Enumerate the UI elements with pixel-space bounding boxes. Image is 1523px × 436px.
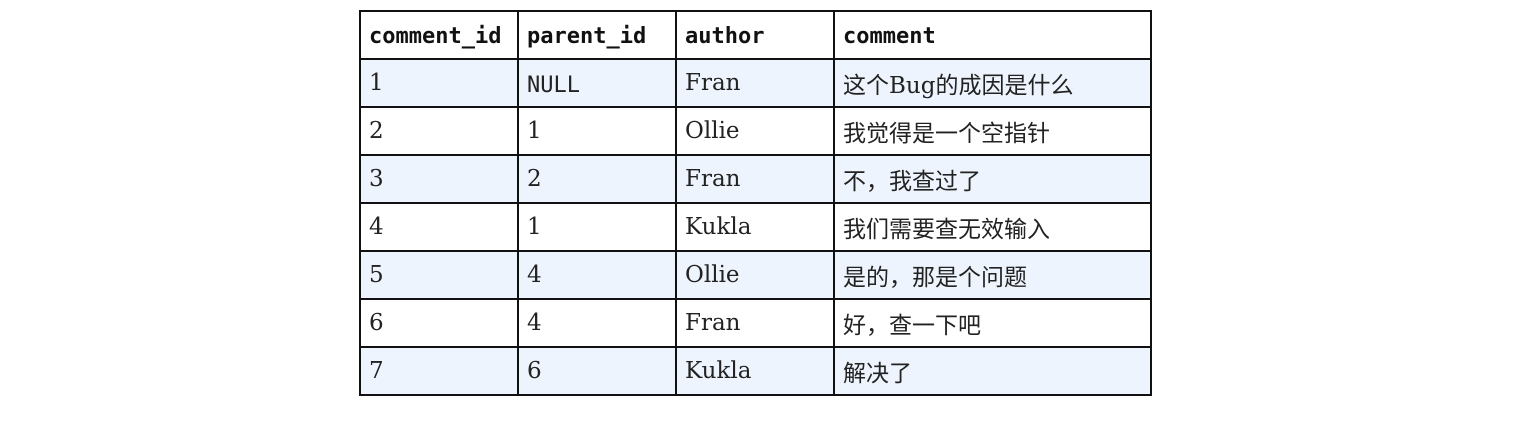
cell-author: Fran — [675, 154, 835, 204]
cell-author: Ollie — [675, 106, 835, 156]
table-row: 6 4 Fran 好，查一下吧 — [359, 298, 1152, 348]
column-header-author: author — [675, 10, 835, 60]
comments-table-container: comment_id parent_id author comment 1 NU… — [359, 10, 1152, 396]
cell-comment: 是的，那是个问题 — [833, 250, 1152, 300]
cell-comment: 这个Bug的成因是什么 — [833, 58, 1152, 108]
table-row: 1 NULL Fran 这个Bug的成因是什么 — [359, 58, 1152, 108]
cell-comment-id: 6 — [359, 298, 519, 348]
cell-parent-id: 1 — [517, 202, 677, 252]
comments-table: comment_id parent_id author comment 1 NU… — [359, 10, 1152, 396]
column-header-comment-id: comment_id — [359, 10, 519, 60]
cell-parent-id: 2 — [517, 154, 677, 204]
table-header-row: comment_id parent_id author comment — [359, 10, 1152, 60]
cell-comment: 我觉得是一个空指针 — [833, 106, 1152, 156]
table-row: 3 2 Fran 不，我查过了 — [359, 154, 1152, 204]
table-row: 5 4 Ollie 是的，那是个问题 — [359, 250, 1152, 300]
table-row: 7 6 Kukla 解决了 — [359, 346, 1152, 396]
cell-author: Kukla — [675, 346, 835, 396]
cell-comment: 好，查一下吧 — [833, 298, 1152, 348]
table-row: 2 1 Ollie 我觉得是一个空指针 — [359, 106, 1152, 156]
cell-parent-id: 1 — [517, 106, 677, 156]
cell-parent-id: 4 — [517, 250, 677, 300]
cell-comment-id: 4 — [359, 202, 519, 252]
cell-comment: 解决了 — [833, 346, 1152, 396]
column-header-parent-id: parent_id — [517, 10, 677, 60]
cell-author: Ollie — [675, 250, 835, 300]
cell-comment-id: 1 — [359, 58, 519, 108]
cell-parent-id: 4 — [517, 298, 677, 348]
cell-author: Fran — [675, 298, 835, 348]
cell-parent-id: 6 — [517, 346, 677, 396]
table-row: 4 1 Kukla 我们需要查无效输入 — [359, 202, 1152, 252]
cell-comment: 不，我查过了 — [833, 154, 1152, 204]
cell-author: Fran — [675, 58, 835, 108]
cell-comment-id: 7 — [359, 346, 519, 396]
column-header-comment: comment — [833, 10, 1152, 60]
cell-comment-id: 2 — [359, 106, 519, 156]
cell-parent-id: NULL — [517, 58, 677, 108]
cell-comment: 我们需要查无效输入 — [833, 202, 1152, 252]
cell-comment-id: 5 — [359, 250, 519, 300]
cell-comment-id: 3 — [359, 154, 519, 204]
cell-author: Kukla — [675, 202, 835, 252]
